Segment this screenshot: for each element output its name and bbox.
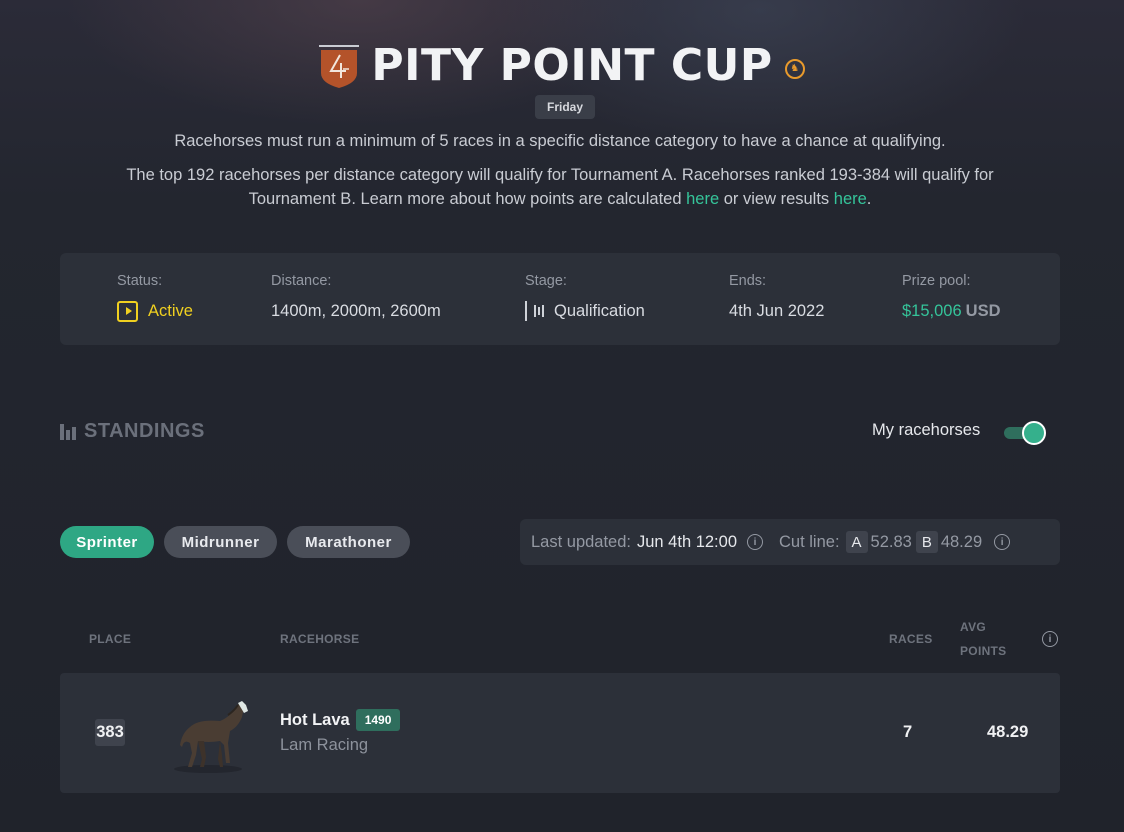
col-races: RACES	[889, 632, 933, 646]
description-line-2: The top 192 racehorses per distance cate…	[60, 163, 1060, 211]
races-value: 7	[903, 723, 913, 741]
stage-progress-icon	[525, 301, 544, 321]
tab-midrunner[interactable]: Midrunner	[164, 526, 277, 558]
stage-text: Qualification	[554, 301, 645, 320]
table-row[interactable]: 383 Hot Lava 1490 Lam Racing 7 48.29	[60, 673, 1060, 793]
racehorse-image	[168, 697, 258, 775]
standings-heading: STANDINGS	[60, 420, 205, 443]
prize-block: Prize pool: $15,006 USD	[902, 273, 1001, 323]
tournament-badge-icon	[319, 43, 360, 89]
my-racehorses-label: My racehorses	[872, 421, 981, 439]
bar-chart-icon	[60, 423, 76, 440]
tab-marathoner[interactable]: Marathoner	[287, 526, 410, 558]
col-racehorse: RACEHORSE	[280, 632, 360, 646]
info-icon[interactable]: i	[994, 534, 1011, 550]
prize-currency: USD	[965, 301, 1001, 320]
col-points: POINTS	[960, 644, 1007, 658]
col-avg: AVG	[960, 620, 987, 634]
info-icon[interactable]: i	[747, 534, 763, 550]
description-text: or view results	[719, 190, 834, 208]
stage-block: Stage: Qualification	[525, 273, 645, 323]
last-updated-value: Jun 4th 12:00	[637, 532, 737, 551]
prize-label: Prize pool:	[902, 273, 971, 289]
info-icon[interactable]: i	[1042, 631, 1058, 647]
tournament-info-card: Status: Active Distance: 1400m, 2000m, 2…	[60, 253, 1060, 345]
description-line-1: Racehorses must run a minimum of 5 races…	[174, 132, 946, 150]
stable-name: Lam Racing	[280, 736, 369, 754]
page-title: PITY POINT CUP	[371, 40, 773, 91]
prize-value: $15,006 USD	[902, 299, 1001, 323]
status-block: Status: Active	[117, 273, 193, 323]
cut-tag-a: A	[845, 531, 868, 553]
distance-block: Distance: 1400m, 2000m, 2600m	[271, 273, 441, 323]
cut-value-b: 48.29	[940, 532, 983, 551]
day-badge: Friday	[535, 95, 595, 119]
stage-value: Qualification	[525, 299, 645, 323]
last-updated-label: Last updated:	[531, 532, 631, 551]
stage-label: Stage:	[525, 273, 567, 289]
my-racehorses-toggle[interactable]	[1004, 421, 1046, 445]
cut-tag-b: B	[915, 531, 938, 553]
status-value: Active	[117, 299, 193, 323]
ends-label: Ends:	[729, 273, 767, 289]
ends-block: Ends: 4th Jun 2022	[729, 273, 824, 323]
standings-label: STANDINGS	[84, 420, 205, 442]
place-value: 383	[95, 719, 125, 746]
results-link[interactable]: here	[834, 190, 867, 208]
description-text: Tournament B. Learn more about how point…	[248, 190, 687, 208]
page: PITY POINT CUP ♞ Friday Racehorses must …	[0, 0, 1124, 832]
cut-line-label: Cut line:	[779, 532, 840, 551]
distance-value: 1400m, 2000m, 2600m	[271, 301, 441, 320]
distance-label: Distance:	[271, 273, 332, 289]
ends-value: 4th Jun 2022	[729, 301, 825, 320]
status-label: Status:	[117, 273, 163, 289]
col-place: PLACE	[89, 632, 132, 646]
points-info-link[interactable]: here	[686, 190, 719, 208]
racehorse-name-text[interactable]: Hot Lava	[280, 711, 350, 730]
play-icon	[117, 300, 138, 322]
rating-badge: 1490	[355, 709, 401, 731]
prize-amount: $15,006	[902, 301, 962, 320]
last-updated-box: Last updated: Jun 4th 12:00 i Cut line: …	[520, 519, 1060, 565]
tab-sprinter[interactable]: Sprinter	[60, 526, 154, 558]
description-text: The top 192 racehorses per distance cate…	[126, 166, 994, 184]
avg-points-value: 48.29	[987, 723, 1029, 741]
status-text: Active	[148, 301, 193, 320]
description-text: .	[866, 190, 872, 208]
racehorse-name[interactable]: Hot Lava 1490	[280, 709, 401, 731]
title-row: PITY POINT CUP ♞	[0, 40, 1124, 91]
cut-value-a: 52.83	[870, 532, 912, 551]
horse-coin-icon: ♞	[784, 58, 805, 79]
